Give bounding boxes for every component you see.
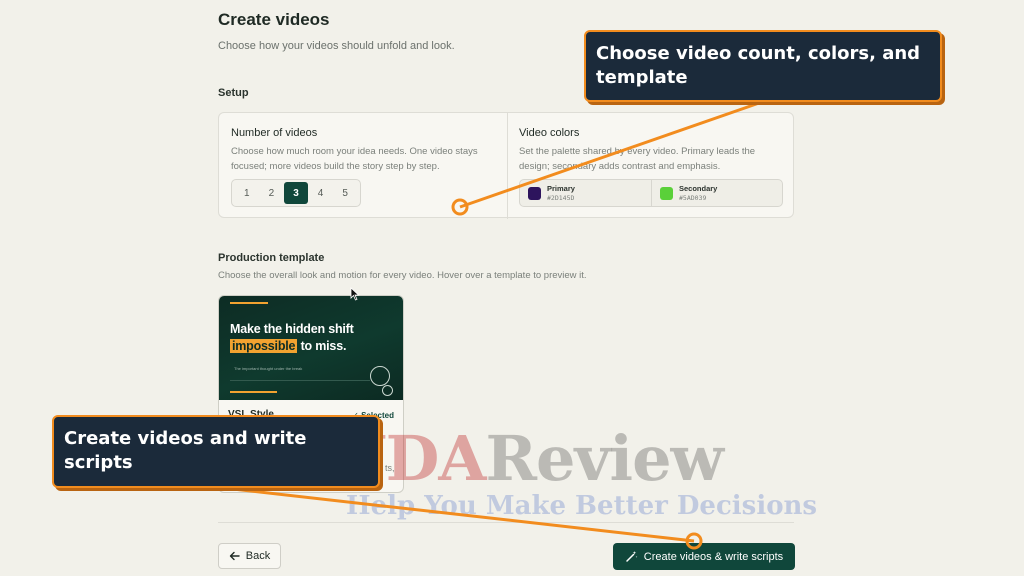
arrow-line-bottom <box>214 485 695 543</box>
callout-create: Create videos and write scripts <box>52 415 380 488</box>
arrow-line-top <box>459 100 763 209</box>
callout-setup: Choose video count, colors, and template <box>584 30 942 102</box>
